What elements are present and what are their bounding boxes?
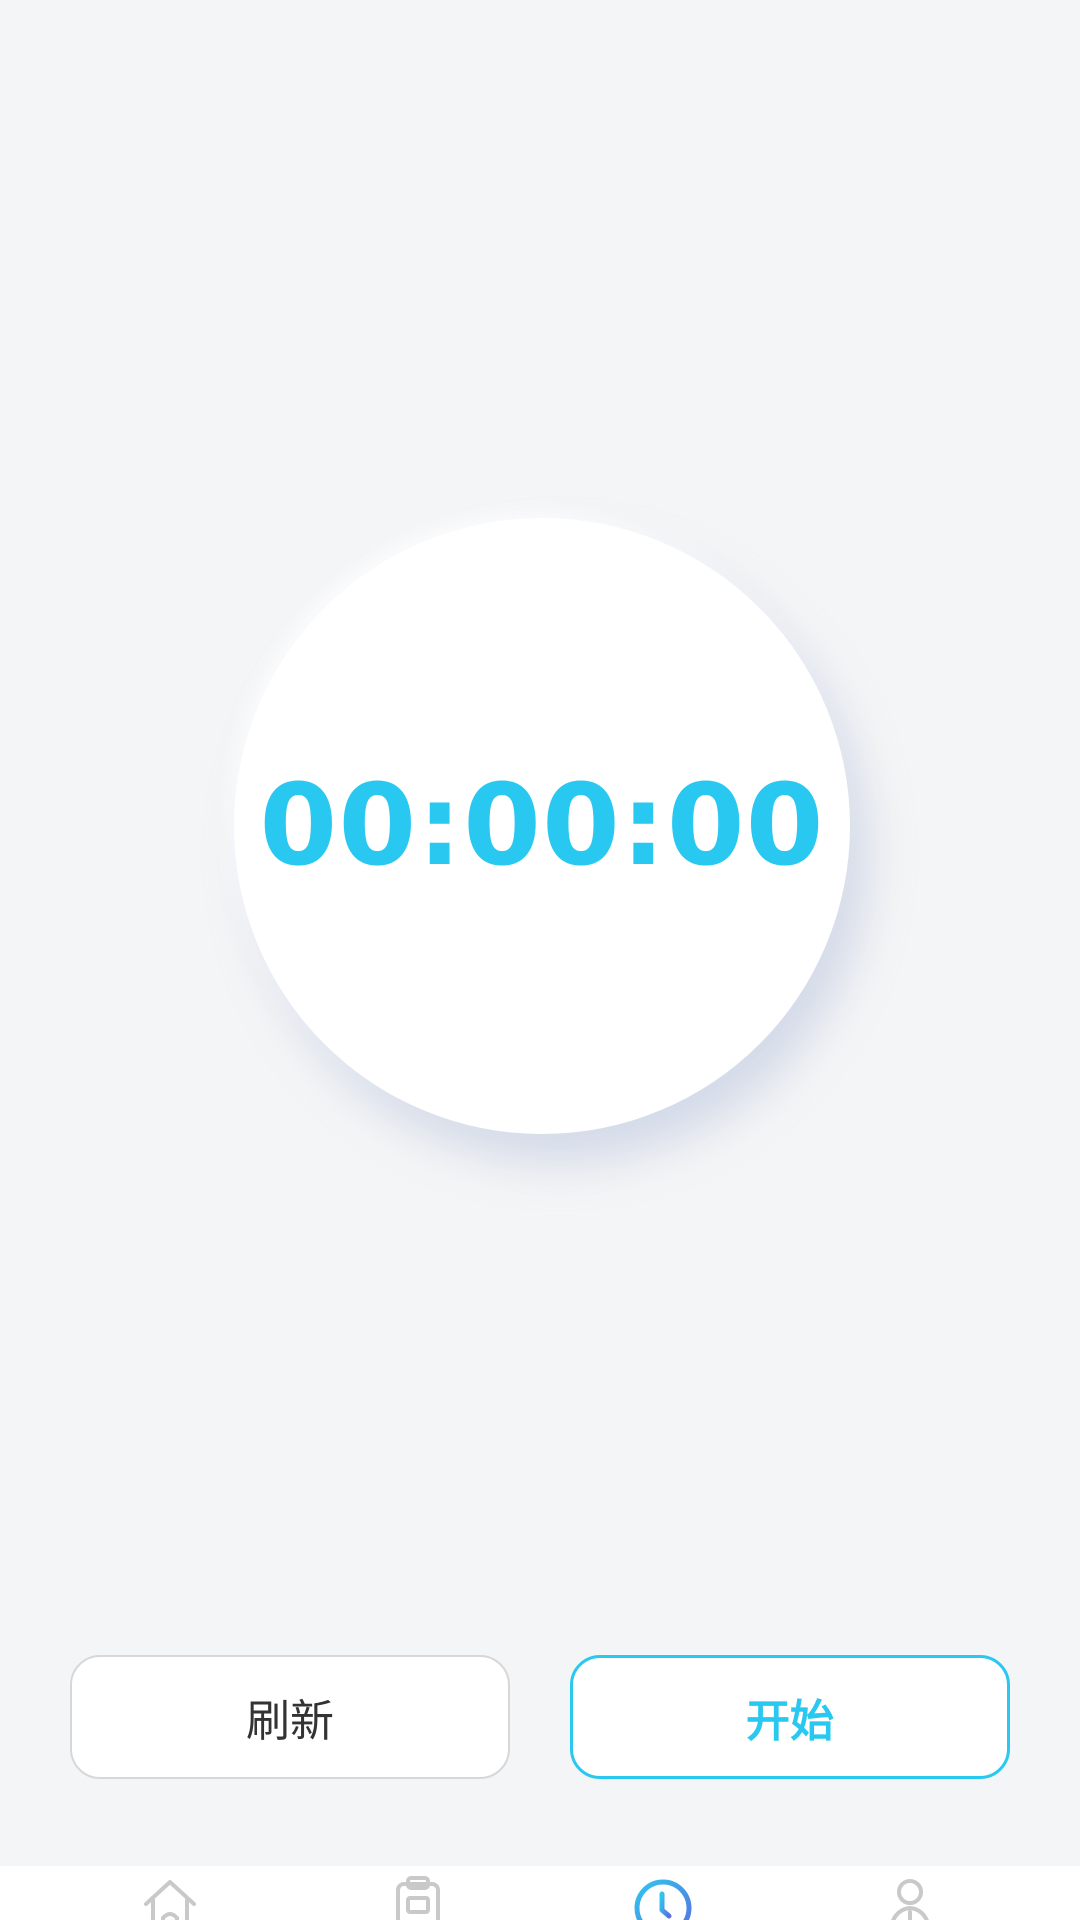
clock-icon — [634, 1879, 692, 1920]
timer-display: 00:00:00 — [259, 761, 825, 891]
timer-dial: 00:00:00 — [234, 518, 850, 1134]
tab-records[interactable] — [283, 1866, 553, 1920]
user-icon — [891, 1879, 929, 1920]
stopwatch-screen: 00:00:00 刷新 开始 — [0, 0, 1080, 1920]
tab-profile[interactable] — [775, 1866, 1045, 1920]
tab-home[interactable] — [35, 1866, 305, 1920]
bottom-tab-bar — [0, 1866, 1080, 1920]
start-button-label: 开始 — [746, 1696, 834, 1747]
start-button[interactable]: 开始 — [570, 1655, 1010, 1779]
clipboard-icon — [396, 1876, 440, 1920]
tab-timer[interactable] — [528, 1866, 798, 1920]
home-icon — [144, 1880, 196, 1920]
refresh-button[interactable]: 刷新 — [70, 1655, 510, 1779]
refresh-button-label: 刷新 — [246, 1696, 334, 1747]
